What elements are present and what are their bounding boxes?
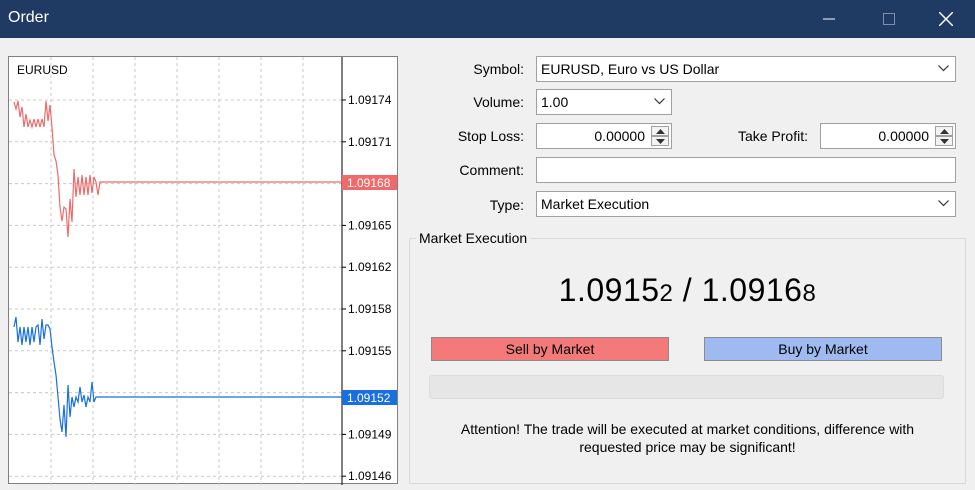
price-tick-label: 1.09149 xyxy=(348,427,392,441)
price-tick-label: 1.09155 xyxy=(348,344,392,358)
stop-loss-label: Stop Loss: xyxy=(457,128,524,144)
stop-loss-value: 0.00000 xyxy=(594,128,645,144)
type-select[interactable]: Market Execution xyxy=(536,191,956,217)
price-tick-label: 1.09165 xyxy=(348,218,392,232)
price-tick-label: 1.09174 xyxy=(348,93,392,107)
attention-line-1: Attention! The trade will be executed at… xyxy=(460,421,915,437)
volume-select[interactable]: 1.00 xyxy=(536,89,672,115)
sell-by-market-button[interactable]: Sell by Market xyxy=(431,337,669,361)
ask-price-small-digit: 8 xyxy=(802,280,817,307)
chevron-down-icon xyxy=(938,200,949,207)
type-label: Type: xyxy=(489,197,524,213)
attention-line-2: requested price may be significant! xyxy=(579,439,796,455)
stop-loss-input[interactable]: 0.00000 xyxy=(536,123,672,149)
chevron-down-icon xyxy=(654,98,665,105)
type-value: Market Execution xyxy=(541,196,650,212)
price-tick-label: 1.09162 xyxy=(348,260,392,274)
price-tick-label: 1.09146 xyxy=(348,469,392,483)
volume-label: Volume: xyxy=(473,94,524,110)
stop-loss-decrement-button[interactable] xyxy=(651,136,669,146)
arrow-up-icon xyxy=(656,129,665,134)
price-quote: 1.09152 / 1.09168 xyxy=(409,272,966,309)
price-axis-ticks: 1.09174 1.09171 1.09165 1.09162 1.09158 1.091… xyxy=(342,93,392,483)
execution-progress-bar xyxy=(429,375,944,399)
arrow-up-icon xyxy=(940,129,949,134)
maximize-button[interactable] xyxy=(866,0,912,38)
bid-price-main: 1.0915 xyxy=(558,272,660,308)
arrow-down-icon xyxy=(656,139,665,144)
attention-message: Attention! The trade will be executed at… xyxy=(409,420,966,456)
close-icon xyxy=(939,12,953,26)
comment-input[interactable] xyxy=(536,157,956,183)
buy-by-market-button[interactable]: Buy by Market xyxy=(704,337,942,361)
comment-label: Comment: xyxy=(459,162,524,178)
volume-value: 1.00 xyxy=(541,94,569,110)
tick-chart: EURUSD 1.09174 1.09171 1.09165 1.09162 1.091… xyxy=(8,56,398,485)
close-button[interactable] xyxy=(923,0,969,38)
ask-price-line xyxy=(13,100,342,238)
arrow-down-icon xyxy=(940,139,949,144)
bid-price-line xyxy=(13,316,342,438)
symbol-value: EURUSD, Euro vs US Dollar xyxy=(541,61,720,77)
take-profit-value: 0.00000 xyxy=(878,128,929,144)
bid-price-tag-label: 1.09152 xyxy=(347,391,391,405)
minimize-icon xyxy=(823,18,835,20)
title-bar: Order xyxy=(0,0,975,38)
window-title: Order xyxy=(8,9,49,26)
tick-chart-canvas: EURUSD 1.091741.091711.091651.091621.091… xyxy=(9,57,397,485)
take-profit-label: Take Profit: xyxy=(737,128,808,144)
stop-loss-increment-button[interactable] xyxy=(651,126,669,136)
maximize-icon xyxy=(883,13,895,25)
chart-grid xyxy=(9,57,342,485)
take-profit-increment-button[interactable] xyxy=(935,126,953,136)
symbol-select[interactable]: EURUSD, Euro vs US Dollar xyxy=(536,56,956,82)
bid-price-small-digit: 2 xyxy=(659,280,674,307)
chevron-down-icon xyxy=(938,65,949,72)
price-tick-label: 1.09158 xyxy=(348,302,392,316)
chart-symbol-label: EURUSD xyxy=(17,63,68,77)
price-tick-label: 1.09171 xyxy=(348,135,392,149)
market-execution-group-title: Market Execution xyxy=(416,230,531,246)
ask-price-main: 1.0916 xyxy=(701,272,803,308)
ask-price-tag-label: 1.09168 xyxy=(347,176,391,190)
price-separator: / xyxy=(673,272,702,308)
minimize-button[interactable] xyxy=(806,0,852,38)
symbol-label: Symbol: xyxy=(473,61,524,77)
take-profit-decrement-button[interactable] xyxy=(935,136,953,146)
take-profit-input[interactable]: 0.00000 xyxy=(820,123,956,149)
